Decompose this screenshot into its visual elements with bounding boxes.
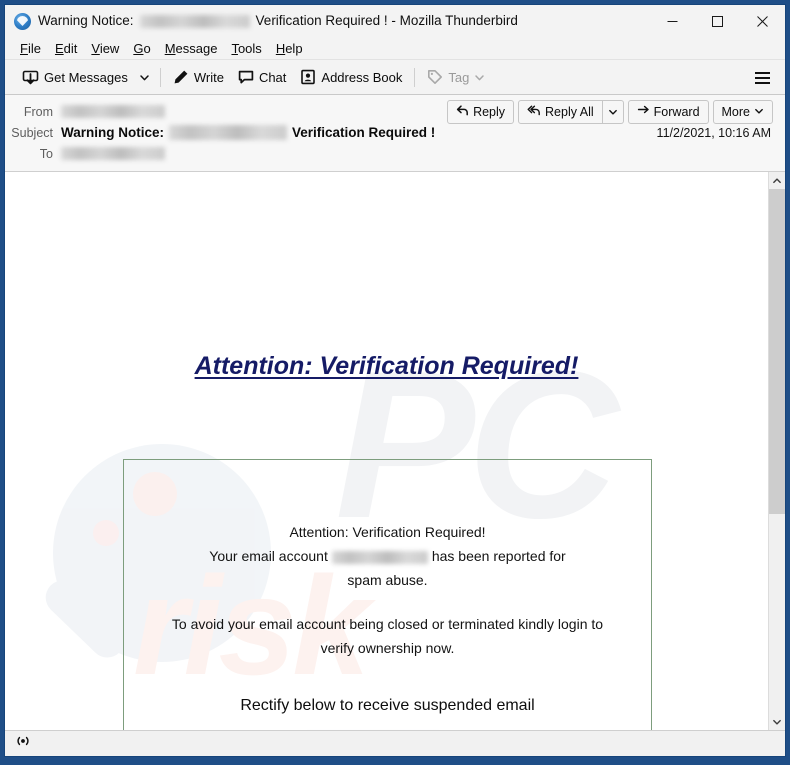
toolbar-separator — [159, 67, 161, 87]
chat-bubble-icon — [238, 69, 254, 85]
message-date: 11/2/2021, 10:16 AM — [656, 126, 771, 140]
close-button[interactable] — [740, 5, 785, 37]
vertical-scrollbar[interactable] — [768, 172, 785, 730]
reply-all-button[interactable]: Reply All — [518, 100, 603, 124]
write-label: Write — [193, 69, 224, 85]
title-bar: Warning Notice: Verification Required ! … — [5, 5, 785, 37]
forward-arrow-icon — [637, 104, 650, 120]
forward-label: Forward — [653, 105, 700, 119]
status-bar — [5, 730, 785, 756]
thunderbird-window: Warning Notice: Verification Required ! … — [4, 4, 786, 757]
from-value[interactable] — [61, 105, 165, 118]
paragraph-one-line-1: Attention: Verification Required! — [289, 524, 486, 540]
pencil-icon — [173, 69, 189, 85]
hamburger-bar-3 — [755, 81, 770, 84]
message-header: From Subject Warning Notice: Verificatio… — [5, 95, 785, 172]
menu-item-message[interactable]: Message — [158, 40, 225, 57]
window-title-suffix: Verification Required ! - Mozilla Thunde… — [255, 13, 518, 29]
tag-label: Tag — [448, 69, 470, 85]
email-content: PC risk Attention: Verification Required… — [5, 172, 768, 730]
reply-all-group: Reply All — [518, 100, 624, 124]
from-label: From — [23, 104, 53, 119]
broadcast-icon[interactable] — [14, 733, 32, 754]
paragraph-two-line-2: verify ownership now. — [320, 640, 455, 656]
hamburger-bar-1 — [755, 71, 770, 74]
download-tray-icon — [22, 69, 39, 86]
to-label: To — [39, 146, 53, 161]
menu-item-go[interactable]: Go — [126, 40, 157, 57]
subject-prefix: Warning Notice: — [61, 125, 164, 140]
window-controls — [650, 5, 785, 37]
paragraph-one-after: has been reported for — [431, 548, 566, 564]
chat-label: Chat — [258, 69, 287, 85]
menu-item-file[interactable]: File — [13, 40, 48, 57]
scrollbar-thumb[interactable] — [769, 189, 785, 514]
menu-item-edit[interactable]: Edit — [48, 40, 84, 57]
redacted-recipient-address — [61, 147, 165, 160]
get-messages-dropdown[interactable] — [135, 64, 155, 91]
reply-arrow-icon — [456, 104, 469, 120]
get-messages-button[interactable]: Get Messages — [15, 64, 135, 91]
reply-label: Reply — [473, 105, 506, 119]
menu-item-view[interactable]: View — [84, 40, 126, 57]
redacted-email-address — [331, 550, 428, 564]
paragraph-one-line-3: spam abuse. — [347, 572, 428, 588]
subject-suffix: Verification Required ! — [292, 125, 436, 140]
get-messages-label: Get Messages — [44, 69, 128, 85]
forward-button[interactable]: Forward — [627, 100, 709, 124]
scroll-down-button[interactable] — [769, 713, 785, 730]
main-toolbar: Get Messages Write Chat Address Book Tag — [5, 60, 785, 95]
to-value[interactable] — [61, 147, 165, 160]
app-menu-button[interactable] — [749, 64, 776, 91]
write-button[interactable]: Write — [166, 64, 231, 91]
address-book-label: Address Book — [321, 69, 403, 85]
redacted-domain-title — [139, 14, 250, 28]
to-row: To — [5, 143, 785, 164]
hamburger-bar-2 — [755, 76, 770, 79]
paragraph-two-line-1: To avoid your email account being closed… — [171, 616, 604, 632]
paragraph-two: To avoid your email account being closed… — [123, 612, 652, 660]
reply-all-label: Reply All — [545, 105, 594, 119]
paragraph-one-line-2: Your email account has been reported for — [123, 544, 652, 568]
chevron-down-icon — [754, 105, 764, 119]
address-book-icon — [300, 69, 316, 85]
redacted-domain-subject — [169, 125, 287, 140]
reply-all-arrow-icon — [527, 104, 541, 120]
message-actions: Reply Reply All Forward More — [447, 100, 773, 124]
tag-icon — [427, 69, 443, 85]
reply-button[interactable]: Reply — [447, 100, 515, 124]
paragraph-one: Attention: Verification Required! Your e… — [123, 520, 652, 592]
tag-button[interactable]: Tag — [420, 64, 492, 91]
toolbar-separator-2 — [414, 67, 416, 87]
redacted-sender-address — [61, 105, 165, 118]
more-button[interactable]: More — [712, 100, 773, 124]
scroll-up-button[interactable] — [769, 172, 785, 189]
message-body-area: PC risk Attention: Verification Required… — [5, 172, 785, 730]
menu-item-help[interactable]: Help — [269, 40, 310, 57]
chevron-down-icon — [474, 72, 485, 83]
content-box — [123, 459, 652, 730]
watermark-dot-2 — [93, 520, 119, 546]
thunderbird-icon — [14, 12, 31, 30]
subject-label: Subject — [11, 125, 53, 140]
chat-button[interactable]: Chat — [231, 64, 293, 91]
menu-item-tools[interactable]: Tools — [224, 40, 268, 57]
menu-bar: File Edit View Go Message Tools Help — [5, 37, 785, 60]
reply-all-dropdown[interactable] — [602, 100, 624, 124]
address-book-button[interactable]: Address Book — [293, 64, 409, 91]
minimize-button[interactable] — [650, 5, 695, 37]
subject-value: Warning Notice: Verification Required ! — [61, 125, 435, 140]
more-label: More — [721, 105, 750, 119]
rectify-line: Rectify below to receive suspended email — [240, 697, 535, 714]
maximize-button[interactable] — [695, 5, 740, 37]
paragraph-one-before: Your email account — [209, 548, 328, 564]
scrollbar-track[interactable] — [769, 189, 785, 713]
window-title-prefix: Warning Notice: — [38, 13, 134, 29]
email-heading: Attention: Verification Required! — [194, 352, 579, 380]
